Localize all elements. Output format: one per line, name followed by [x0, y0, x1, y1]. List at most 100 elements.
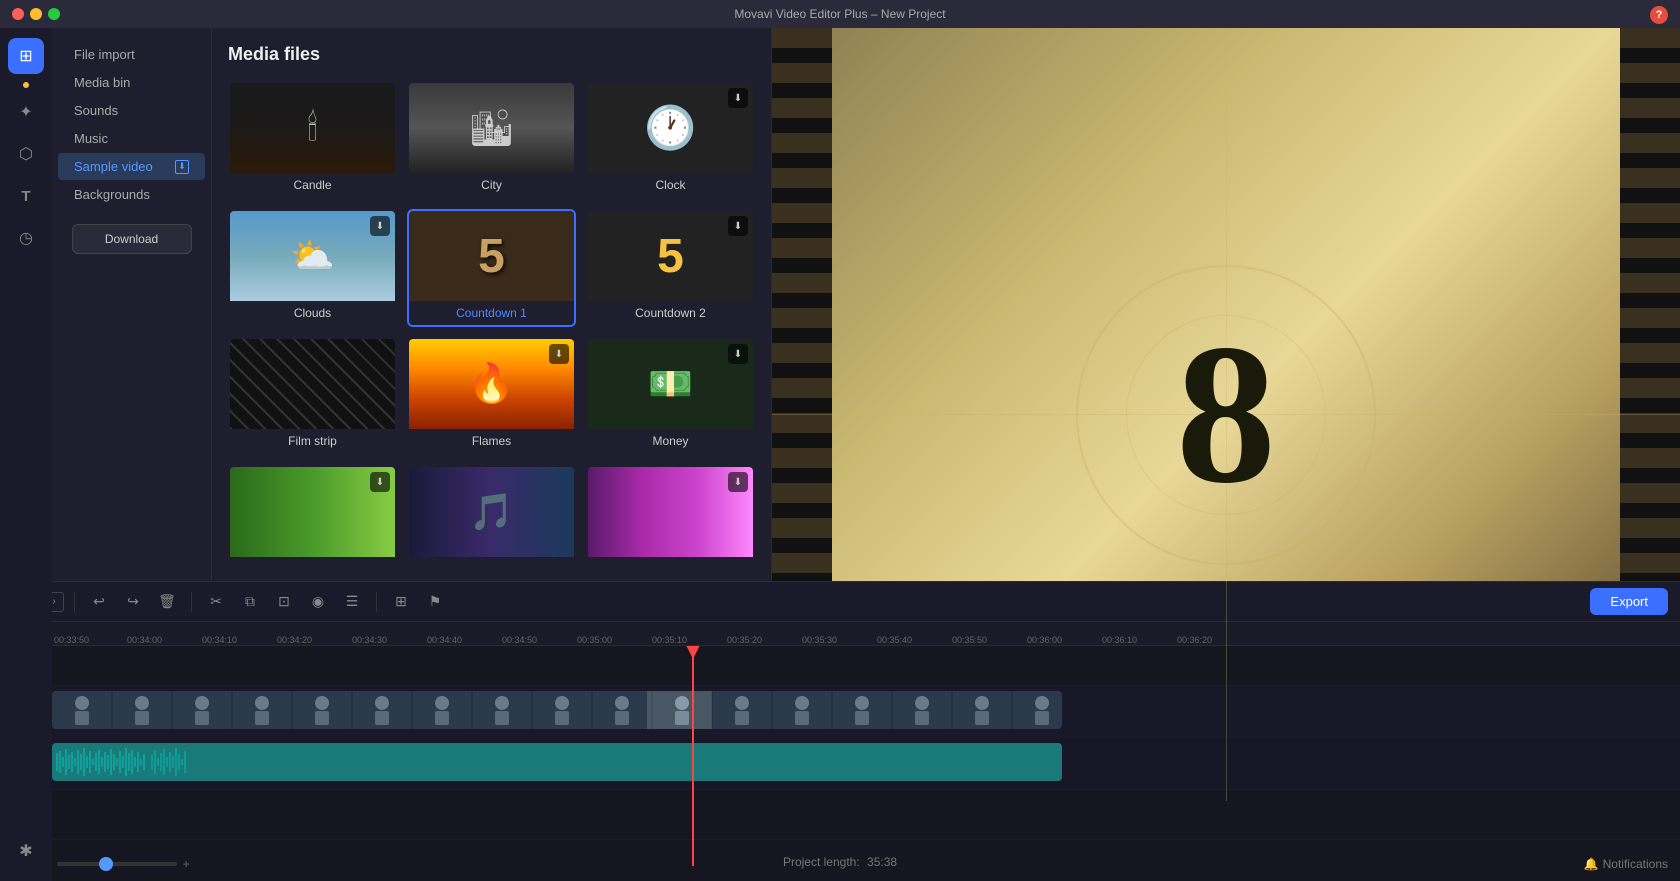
ruler-mark: 00:36:10: [1102, 635, 1177, 645]
track-row-empty1: 👁 ⛓: [0, 646, 1680, 686]
media-label-partial1: [230, 557, 395, 567]
sidebar-item-sounds[interactable]: Sounds: [58, 97, 205, 124]
media-item-countdown1[interactable]: 5 Countdown 1: [407, 209, 576, 327]
close-button[interactable]: [12, 8, 24, 20]
download-countdown2-icon[interactable]: ⬇: [728, 216, 748, 236]
audio-track-row: ♪ ⛓: [0, 738, 1680, 790]
media-label-partial3: [588, 557, 753, 567]
download-clock-icon[interactable]: ⬇: [728, 88, 748, 108]
sidebar-icon-text[interactable]: T: [8, 178, 44, 214]
media-item-partial2[interactable]: [407, 465, 576, 569]
sidebar-item-backgrounds[interactable]: Backgrounds: [58, 181, 205, 208]
media-label-countdown2: Countdown 2: [588, 301, 753, 325]
timeline-area: + › ↩ ↪ 🗑 ✂ ⧉ ⊡ ◉ ☰ ⊞ ⚑ Export 00:33:50 …: [0, 581, 1680, 881]
thumb-money: ⬇: [588, 339, 753, 429]
ruler-mark: 00:34:00: [127, 635, 202, 645]
zoom-in-icon[interactable]: +: [183, 857, 190, 871]
export-button[interactable]: Export: [1590, 588, 1668, 615]
media-label-partial2: [409, 557, 574, 567]
ruler-mark: 00:35:50: [952, 635, 1027, 645]
media-item-flames[interactable]: ⬇ Flames: [407, 337, 576, 455]
minimize-button[interactable]: [30, 8, 42, 20]
overlay-button[interactable]: ⊞: [387, 588, 415, 616]
sidebar-icon-filter[interactable]: ✦: [8, 94, 44, 130]
media-label-clock: Clock: [588, 173, 753, 197]
audio-track-strip[interactable]: [52, 743, 1062, 781]
ruler-mark: 00:33:50: [52, 635, 127, 645]
sidebar-item-media-bin[interactable]: Media bin: [58, 69, 205, 96]
media-item-clock[interactable]: ⬇ Clock: [586, 81, 755, 199]
active-dot: [23, 82, 29, 88]
thumb-candle: [230, 83, 395, 173]
ruler-mark: 00:36:20: [1177, 635, 1252, 645]
thumb-partial3: ⬇: [588, 467, 753, 557]
sidebar-item-file-import[interactable]: File import: [58, 41, 205, 68]
scale-slider[interactable]: [57, 862, 177, 866]
flag-button[interactable]: ⚑: [421, 588, 449, 616]
thumb-partial2: [409, 467, 574, 557]
download-clouds-icon[interactable]: ⬇: [370, 216, 390, 236]
crop-button[interactable]: ⊡: [270, 588, 298, 616]
download-partial3-icon[interactable]: ⬇: [728, 472, 748, 492]
markers-button[interactable]: ◉: [304, 588, 332, 616]
media-label-countdown1: Countdown 1: [409, 301, 574, 325]
media-panel-title: Media files: [228, 44, 755, 65]
thumb-countdown2: ⬇ 5: [588, 211, 753, 301]
notifications-button[interactable]: 🔔 Notifications: [1584, 857, 1668, 871]
copy-button[interactable]: ⧉: [236, 588, 264, 616]
icon-sidebar: ⊞ ✦ ⬡ T ◷ ✱: [0, 28, 52, 881]
ruler-mark: 00:36:00: [1027, 635, 1102, 645]
sidebar-icon-media[interactable]: ⊞: [8, 38, 44, 74]
media-item-candle[interactable]: Candle: [228, 81, 397, 199]
thumb-clock: ⬇: [588, 83, 753, 173]
video-track-strip[interactable]: [52, 691, 1062, 729]
sidebar-item-music[interactable]: Music: [58, 125, 205, 152]
sidebar-icon-history[interactable]: ◷: [8, 220, 44, 256]
media-label-clouds: Clouds: [230, 301, 395, 325]
undo-button[interactable]: ↩: [85, 588, 113, 616]
project-length-label: Project length:: [783, 855, 860, 869]
thumb-flames: ⬇: [409, 339, 574, 429]
sidebar-item-sample-video[interactable]: Sample video ⬇: [58, 153, 205, 180]
toolbar-separator-3: [376, 592, 377, 612]
download-money-icon[interactable]: ⬇: [728, 344, 748, 364]
download-flames-icon[interactable]: ⬇: [549, 344, 569, 364]
download-partial1-icon[interactable]: ⬇: [370, 472, 390, 492]
ruler-mark: 00:35:40: [877, 635, 952, 645]
scale-handle[interactable]: [99, 857, 113, 871]
help-button[interactable]: ?: [1650, 6, 1668, 24]
ruler-mark: 00:34:10: [202, 635, 277, 645]
audio-track-content: [52, 738, 1680, 789]
titlebar: Movavi Video Editor Plus – New Project ?: [0, 0, 1680, 28]
project-length: Project length: 35:38: [783, 855, 897, 869]
media-item-filmstrip[interactable]: Film strip: [228, 337, 397, 455]
maximize-button[interactable]: [48, 8, 60, 20]
timeline-toolbar: + › ↩ ↪ 🗑 ✂ ⧉ ⊡ ◉ ☰ ⊞ ⚑ Export: [0, 582, 1680, 622]
thumb-partial1: ⬇: [230, 467, 395, 557]
sidebar-icon-settings[interactable]: ✱: [8, 833, 44, 869]
notifications-label: Notifications: [1603, 857, 1668, 871]
media-label-candle: Candle: [230, 173, 395, 197]
cut-button[interactable]: ✂: [202, 588, 230, 616]
media-item-city[interactable]: City: [407, 81, 576, 199]
media-grid: Candle City ⬇ Clock ⬇ Clouds: [228, 81, 755, 569]
media-item-partial1[interactable]: ⬇: [228, 465, 397, 569]
media-item-clouds[interactable]: ⬇ Clouds: [228, 209, 397, 327]
download-button[interactable]: Download: [72, 224, 192, 254]
media-item-money[interactable]: ⬇ Money: [586, 337, 755, 455]
thumb-filmstrip: [230, 339, 395, 429]
ruler-mark: 00:34:50: [502, 635, 577, 645]
media-item-countdown2[interactable]: ⬇ 5 Countdown 2: [586, 209, 755, 327]
delete-button[interactable]: 🗑: [153, 588, 181, 616]
ruler-mark: 00:34:40: [427, 635, 502, 645]
list-button[interactable]: ☰: [338, 588, 366, 616]
media-item-partial3[interactable]: ⬇: [586, 465, 755, 569]
redo-button[interactable]: ↪: [119, 588, 147, 616]
sidebar-icon-transition[interactable]: ⬡: [8, 136, 44, 172]
media-label-money: Money: [588, 429, 753, 453]
timeline-tracks: 👁 ⛓ ⚙ 👁 ⛓: [0, 646, 1680, 866]
ruler-mark: 00:34:30: [352, 635, 427, 645]
media-label-filmstrip: Film strip: [230, 429, 395, 453]
preview-number: 8: [1176, 300, 1276, 529]
media-label-city: City: [409, 173, 574, 197]
